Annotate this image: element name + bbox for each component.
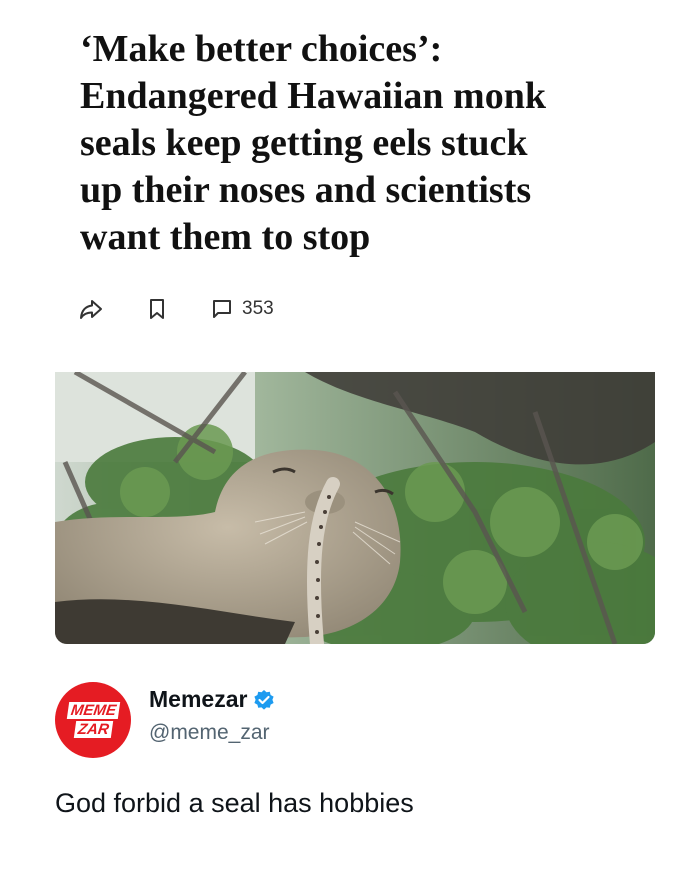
- article-headline: ‘Make better choices’: Endangered Hawaii…: [80, 26, 640, 261]
- bookmark-button[interactable]: [146, 297, 168, 321]
- monk-seal-with-eel-photo: [55, 372, 655, 644]
- author-handle[interactable]: @meme_zar: [149, 721, 275, 745]
- share-arrow-icon: [80, 300, 102, 319]
- bookmark-icon: [150, 299, 164, 319]
- author-display-name: Memezar: [149, 686, 248, 712]
- verified-badge-icon: [254, 689, 275, 710]
- tweet-text: God forbid a seal has hobbies: [55, 788, 414, 818]
- share-button[interactable]: [78, 296, 104, 322]
- headline-line: up their noses and scientists: [80, 169, 532, 211]
- avatar[interactable]: MEME ZAR: [55, 682, 131, 758]
- headline-line: want them to stop: [80, 216, 371, 258]
- avatar-logo-text: ZAR: [73, 721, 113, 738]
- author-names: Memezar @meme_zar: [149, 686, 275, 745]
- avatar-logo-text: MEME: [66, 702, 120, 719]
- author-display-name-row[interactable]: Memezar: [149, 686, 275, 713]
- comment-count: 353: [242, 298, 274, 319]
- headline-line: Endangered Hawaiian monk: [80, 75, 546, 117]
- comments-button[interactable]: 353: [212, 298, 274, 320]
- seal-photo[interactable]: [55, 372, 655, 644]
- headline-line: ‘Make better choices’:: [80, 28, 443, 70]
- article-actions: 353: [78, 296, 274, 322]
- author-profile: MEME ZAR Memezar @meme_zar: [55, 682, 275, 758]
- headline-line: seals keep getting eels stuck: [80, 122, 528, 164]
- comment-icon: [213, 300, 231, 318]
